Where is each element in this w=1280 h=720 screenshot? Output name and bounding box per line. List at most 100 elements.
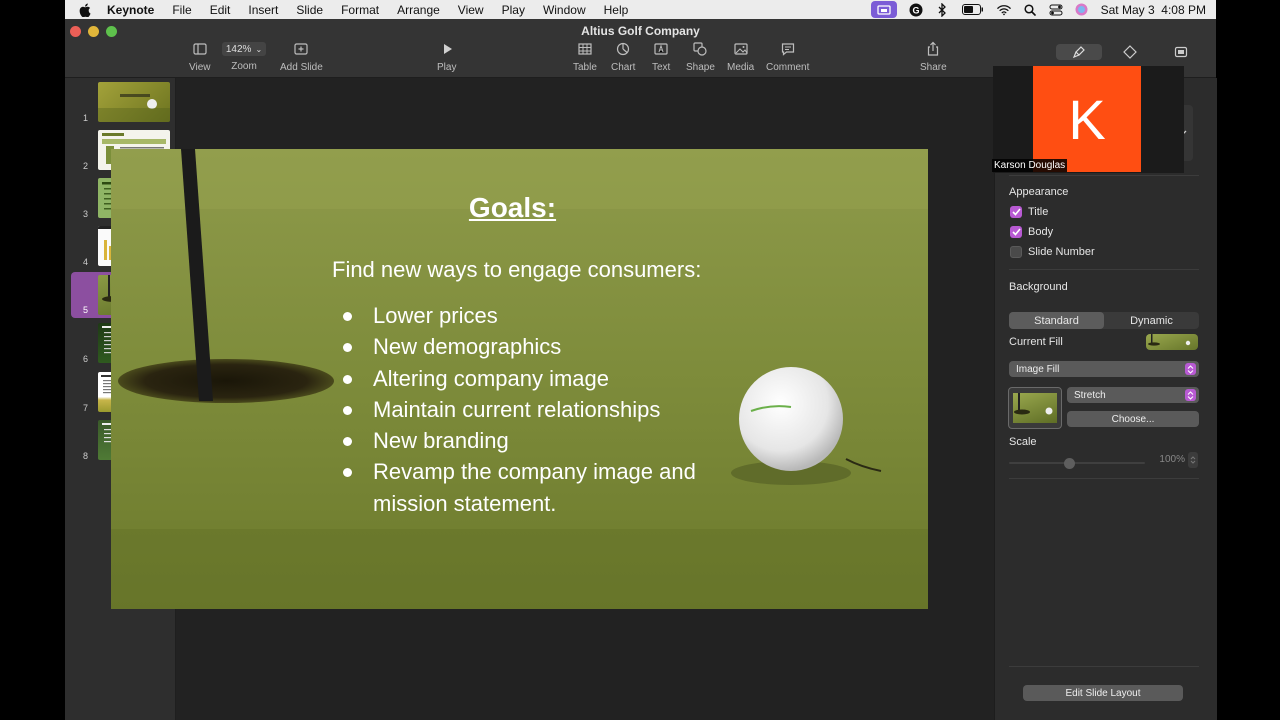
scale-slider[interactable] (1009, 458, 1145, 469)
battery-icon[interactable] (961, 3, 985, 17)
slide-thumbnail-1[interactable]: 1 (71, 80, 170, 126)
slide-5[interactable]: Goals: Find new ways to engage consumers… (111, 149, 928, 609)
svg-text:G: G (912, 5, 919, 15)
divider (1009, 269, 1199, 270)
menu-slide[interactable]: Slide (296, 3, 323, 17)
format-inspector-button[interactable] (1056, 44, 1102, 60)
background-mode-segmented-control: Standard Dynamic (1009, 312, 1199, 329)
fill-type-popup[interactable]: Image Fill (1009, 361, 1199, 377)
image-scaling-popup[interactable]: Stretch (1067, 387, 1199, 403)
scale-value-field[interactable]: 100% (1159, 454, 1185, 465)
menu-file[interactable]: File (172, 3, 191, 17)
current-fill-label: Current Fill (1009, 336, 1063, 348)
slide-number: 4 (83, 257, 89, 267)
slide-number-checkbox-label: Slide Number (1028, 246, 1095, 258)
siri-icon[interactable] (1075, 3, 1089, 17)
menu-view[interactable]: View (458, 3, 484, 17)
scale-stepper[interactable] (1188, 452, 1198, 468)
document-inspector-button[interactable] (1166, 44, 1196, 60)
appearance-heading: Appearance (1009, 186, 1069, 198)
fill-type-value: Image Fill (1016, 363, 1060, 375)
zoom-control[interactable]: 142% ⌄ Zoom (222, 41, 266, 72)
zoom-label: Zoom (231, 61, 257, 72)
text-label: Text (652, 62, 671, 73)
title-checkbox-label: Title (1028, 206, 1049, 218)
slide-number: 1 (83, 113, 89, 123)
body-checkbox-row[interactable]: Body (1010, 226, 1053, 238)
slide-title[interactable]: Goals: (111, 192, 928, 224)
window-title: Altius Golf Company (581, 24, 700, 38)
bluetooth-icon[interactable] (935, 2, 949, 17)
menu-format[interactable]: Format (341, 3, 379, 17)
chart-label: Chart (611, 62, 636, 73)
bullet-item: New demographics (340, 331, 760, 362)
control-center-icon[interactable] (1049, 3, 1063, 17)
slide-bullet-list[interactable]: Lower prices New demographics Altering c… (340, 300, 760, 519)
table-button[interactable]: Table (573, 41, 597, 73)
menubar-clock[interactable]: Sat May 3 4:08 PM (1101, 3, 1206, 17)
slide-number: 7 (83, 403, 89, 413)
text-box-icon (654, 43, 668, 55)
slide-number-checkbox[interactable] (1010, 246, 1022, 258)
spotlight-search-icon[interactable] (1023, 3, 1037, 17)
participant-initial: K (1068, 87, 1106, 151)
paintbrush-icon (1072, 46, 1085, 59)
standard-tab[interactable]: Standard (1009, 312, 1104, 329)
zoom-value: 142% (225, 43, 252, 55)
bullet-item: Maintain current relationships (340, 394, 760, 425)
dynamic-tab[interactable]: Dynamic (1104, 312, 1199, 329)
menu-help[interactable]: Help (604, 3, 629, 17)
title-checkbox[interactable] (1010, 206, 1022, 218)
animate-inspector-button[interactable] (1115, 44, 1145, 60)
stepper-arrows-icon (1190, 456, 1196, 464)
menu-window[interactable]: Window (543, 3, 586, 17)
edit-slide-layout-button[interactable]: Edit Slide Layout (1023, 685, 1183, 701)
background-image-thumbnail (1013, 393, 1057, 423)
view-button[interactable]: View (189, 41, 211, 73)
apple-icon[interactable] (79, 3, 93, 17)
menu-bar: Keynote File Edit Insert Slide Format Ar… (65, 0, 1216, 19)
divider (1009, 175, 1199, 176)
current-fill-swatch[interactable] (1146, 334, 1198, 350)
popup-chevron-icon (1185, 363, 1196, 375)
screen-share-icon[interactable] (870, 1, 897, 18)
play-button[interactable]: Play (437, 41, 456, 73)
comment-button[interactable]: Comment (766, 41, 809, 73)
view-label: View (189, 62, 211, 73)
share-button[interactable]: Share (920, 41, 947, 73)
wifi-icon[interactable] (996, 3, 1011, 17)
menu-edit[interactable]: Edit (210, 3, 231, 17)
slide-number-checkbox-row[interactable]: Slide Number (1010, 246, 1095, 258)
body-checkbox[interactable] (1010, 226, 1022, 238)
title-checkbox-row[interactable]: Title (1010, 206, 1048, 218)
add-slide-button[interactable]: Add Slide (280, 41, 323, 73)
body-checkbox-label: Body (1028, 226, 1054, 238)
background-image-well[interactable] (1008, 387, 1062, 429)
menu-arrange[interactable]: Arrange (397, 3, 440, 17)
slide-intro-text[interactable]: Find new ways to engage consumers: (332, 257, 701, 283)
shape-button[interactable]: Shape (686, 41, 715, 73)
media-button[interactable]: Media (727, 41, 754, 73)
media-label: Media (727, 62, 755, 73)
menu-app-keynote[interactable]: Keynote (107, 3, 154, 17)
comment-icon (781, 43, 794, 56)
media-icon (734, 43, 748, 55)
share-label: Share (920, 62, 947, 73)
chart-button[interactable]: Chart (611, 41, 635, 73)
slide-preview (98, 82, 170, 122)
divider (1009, 666, 1199, 667)
bullet-item: Revamp the company image and mission sta… (340, 456, 760, 519)
shape-label: Shape (686, 62, 715, 73)
scale-slider-knob[interactable] (1064, 458, 1075, 469)
shape-icon (693, 42, 708, 56)
grammarly-icon[interactable]: G (909, 3, 923, 17)
menu-insert[interactable]: Insert (248, 3, 278, 17)
slide-number: 8 (83, 451, 89, 461)
table-icon (578, 43, 592, 55)
checkmark-icon (1011, 208, 1021, 216)
text-button[interactable]: Text (652, 41, 670, 73)
zoom-popup[interactable]: 142% ⌄ (222, 42, 266, 56)
bullet-item: Altering company image (340, 363, 760, 394)
choose-image-button[interactable]: Choose... (1067, 411, 1199, 427)
menu-play[interactable]: Play (502, 3, 525, 17)
